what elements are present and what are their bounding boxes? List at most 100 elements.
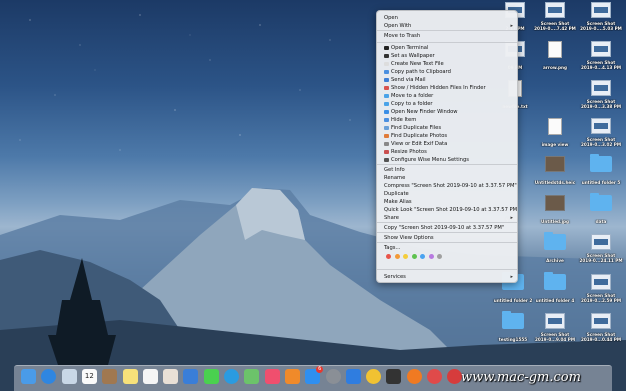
tag-color-dot[interactable] <box>428 254 434 259</box>
menu-item-rename[interactable]: Rename <box>377 174 517 182</box>
menu-item-copy-path-to-clipboard[interactable]: Copy path to Clipboard <box>377 68 517 76</box>
desktop-file[interactable]: Screen Shot 2019-0...2.59 PM <box>578 274 624 312</box>
desktop[interactable]: 2-17 PMScreen Shot2019-0....7.42 PMScree… <box>0 0 626 391</box>
desktop-file[interactable]: Screen Shot 2019-0...0.44 PM <box>578 313 624 351</box>
menu-item-label: Tags... <box>384 245 401 251</box>
facetime-icon[interactable] <box>224 369 239 384</box>
menu-item-duplicate[interactable]: Duplicate <box>377 190 517 198</box>
menu-item-move-to-a-folder[interactable]: Move to a folder <box>377 92 517 100</box>
desktop-file[interactable]: Screen Shot 2019-0...24.11 PM <box>578 234 624 272</box>
menu-item-open-terminal[interactable]: Open Terminal <box>377 44 517 52</box>
tag-color-dot[interactable] <box>386 254 391 259</box>
desktop-file[interactable]: Screen Shot 2019-0....5.03 PM <box>578 2 624 40</box>
desktop-item-label: testing1555 <box>498 337 528 342</box>
menu-item-make-alias[interactable]: Make Alias <box>377 198 517 206</box>
menu-separator <box>377 30 517 31</box>
screenshot-thumbnail-icon <box>591 234 611 250</box>
desktop-file[interactable]: Screen Shot 2019-0...4.13 PM <box>578 41 624 79</box>
menu-item-label: Set as Wallpaper <box>391 53 435 59</box>
folder-icon <box>502 311 524 329</box>
calendar-icon[interactable]: 12 <box>81 369 97 384</box>
menu-item-copy-screen-shot-2019-09-10-at-3-37-57-p[interactable]: Copy "Screen Shot 2019-09-10 at 3.37.57 … <box>377 224 517 232</box>
folder-icon <box>384 94 389 98</box>
menu-item-configure-wise-menu-settings[interactable]: Configure Wise Menu Settings <box>377 156 517 164</box>
text-file-icon <box>384 62 389 66</box>
menu-item-open-new-finder-window[interactable]: Open New Finder Window <box>377 108 517 116</box>
maps-icon[interactable] <box>244 369 260 384</box>
chrome-icon[interactable] <box>366 369 382 384</box>
menu-item-label: Open <box>384 15 398 21</box>
desktop-item-label: image view <box>541 142 569 147</box>
firefox-icon[interactable] <box>406 369 422 384</box>
desktop-folder[interactable]: testing1555 <box>490 311 536 351</box>
hide-icon <box>384 118 389 122</box>
desktop-folder[interactable]: data <box>578 193 624 233</box>
menu-item-set-as-wallpaper[interactable]: Set as Wallpaper <box>377 52 517 60</box>
finder-icon <box>384 110 389 114</box>
menu-item-hide-item[interactable]: Hide Item <box>377 116 517 124</box>
menu-item-label: Get Info <box>384 167 405 173</box>
photos-icon[interactable] <box>163 369 179 384</box>
terminal-app-icon[interactable] <box>386 369 402 384</box>
desktop-folder[interactable]: untitled folder 4 <box>532 272 578 312</box>
menu-item-compress-screen-shot-2019-09-10-at-3-37-[interactable]: Compress "Screen Shot 2019-09-10 at 3.37… <box>377 182 517 190</box>
menu-item-get-info[interactable]: Get Info <box>377 166 517 174</box>
menu-item-show-view-options[interactable]: Show View Options <box>377 234 517 242</box>
calendar-day: 12 <box>84 372 94 380</box>
desktop-file[interactable]: Untitledstds.heic <box>532 156 578 194</box>
desktop-item-label: Untitledstds.heic <box>534 180 576 185</box>
desktop-item-label: arrow.png <box>542 65 567 70</box>
menu-item-open[interactable]: Open <box>377 14 517 22</box>
desktop-item-label: 2019-0...0.44 PM <box>580 337 622 342</box>
desktop-file[interactable]: Untitled.jpg <box>532 195 578 233</box>
menu-item-find-duplicate-photos[interactable]: Find Duplicate Photos <box>377 132 517 140</box>
menu-item-show-hidden-hidden-files-in-finder[interactable]: Show / Hidden Hidden Files In Finder <box>377 84 517 92</box>
menu-item-share[interactable]: Share ▸ <box>377 214 517 222</box>
pinwheel-icon[interactable] <box>427 369 442 384</box>
xcode-icon[interactable] <box>345 369 361 384</box>
tag-color-dot[interactable] <box>411 254 417 259</box>
desktop-file[interactable]: Screen Shot 2019-0...3.38 PM <box>578 80 624 118</box>
desktop-file[interactable]: Screen Shot 2019-0....7.42 PM <box>532 2 578 40</box>
folder-icon <box>544 272 566 290</box>
menu-item-quick-look-screen-shot-2019-09-10-at-3-3[interactable]: Quick Look "Screen Shot 2019-09-10 at 3.… <box>377 206 517 214</box>
reminders-icon[interactable] <box>142 369 158 384</box>
notes-icon[interactable] <box>122 369 138 384</box>
menu-item-move-to-trash[interactable]: Move to Trash <box>377 32 517 40</box>
menu-item-open-with[interactable]: Open With ▸ <box>377 22 517 30</box>
tag-color-dot[interactable] <box>403 254 408 259</box>
contacts-icon[interactable] <box>102 369 118 384</box>
menu-item-copy-to-a-folder[interactable]: Copy to a folder <box>377 100 517 108</box>
menu-item-label: Find Duplicate Photos <box>391 133 448 139</box>
keynote-icon[interactable] <box>183 369 199 384</box>
menu-item-view-or-edit-exif-data[interactable]: View or Edit Exif Data <box>377 140 517 148</box>
music-icon[interactable] <box>264 369 280 384</box>
desktop-item-label: 2019-0...4.13 PM <box>580 65 622 70</box>
menu-item-create-new-text-file[interactable]: Create New Text File <box>377 60 517 68</box>
desktop-folder[interactable]: Archive <box>532 232 578 272</box>
menu-separator <box>377 42 517 43</box>
desktop-file[interactable]: Screen Shot 2019-0...3.02 PM <box>578 118 624 156</box>
menu-item-send-via-mail[interactable]: Send via Mail <box>377 76 517 84</box>
desktop-file[interactable]: Screen Shot 2019-0...9.04 PM <box>532 313 578 351</box>
menu-item-services[interactable]: Services ▸ <box>377 273 517 281</box>
menu-item-find-duplicate-files[interactable]: Find Duplicate Files <box>377 124 517 132</box>
desktop-file[interactable]: arrow.png <box>532 41 578 79</box>
tag-color-dot[interactable] <box>420 254 425 259</box>
system-preferences-icon[interactable] <box>325 369 341 384</box>
app-store-icon[interactable]: 6 <box>305 366 324 384</box>
preview-icon[interactable] <box>61 369 77 384</box>
menu-item-tags[interactable]: Tags... <box>377 244 517 252</box>
menu-item-resize-photos[interactable]: Resize Photos <box>377 148 517 156</box>
books-icon[interactable] <box>284 369 300 384</box>
terminal-icon <box>384 46 389 50</box>
tag-color-dot[interactable] <box>394 254 400 259</box>
desktop-file[interactable]: image view <box>532 118 578 156</box>
finder-icon[interactable] <box>21 369 36 384</box>
tag-color-dot[interactable] <box>437 254 442 259</box>
menu-item-label: Copy "Screen Shot 2019-09-10 at 3.37.57 … <box>384 225 505 231</box>
desktop-folder[interactable]: untitled folder 5 <box>578 154 624 194</box>
menu-item-label: Services <box>384 274 406 280</box>
messages-icon[interactable] <box>203 369 219 384</box>
menu-item-label: Show / Hidden Hidden Files In Finder <box>391 85 486 91</box>
